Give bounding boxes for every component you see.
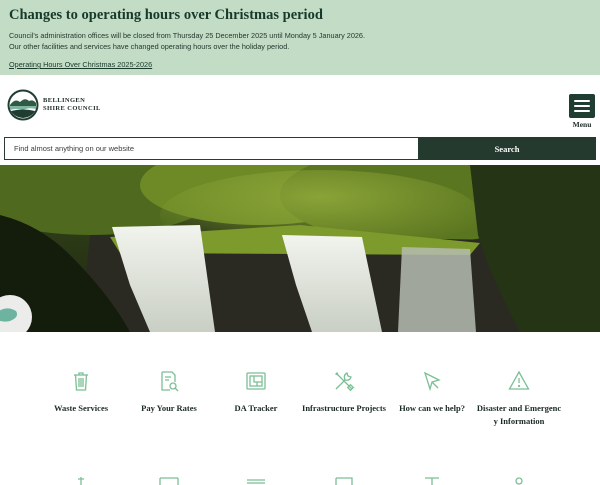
quick-link-da-tracker[interactable]: DA Tracker (212, 370, 300, 415)
quick-link-label: DA Tracker (234, 403, 278, 413)
notice-text-facilities: Our other facilities and services have c… (9, 42, 290, 51)
tools-icon (334, 371, 355, 392)
menu-label: Menu (572, 120, 592, 129)
quick-link-icon-partial (78, 477, 84, 485)
quick-link-icon-partial (425, 477, 439, 485)
quick-link-icon-partial (515, 477, 523, 485)
operating-hours-link[interactable]: Operating Hours Over Christmas 2025-2026 (9, 60, 152, 69)
council-logo[interactable]: BELLINGEN SHIRE COUNCIL (7, 89, 101, 121)
quick-link-disaster-emergency[interactable]: Disaster and Emergency Information (475, 370, 563, 428)
menu-button[interactable]: Menu (569, 94, 595, 129)
quick-link-label: Pay Your Rates (141, 403, 197, 413)
trash-icon (74, 372, 88, 391)
hero-image-waterfall (0, 165, 600, 332)
quick-link-icon-partial (335, 477, 353, 485)
search-button[interactable]: Search (418, 137, 596, 160)
document-search-icon (161, 371, 179, 392)
site-header: BELLINGEN SHIRE COUNCIL Menu (0, 75, 600, 131)
quick-link-label: Waste Services (53, 403, 109, 413)
council-wordmark: BELLINGEN SHIRE COUNCIL (43, 97, 101, 112)
hamburger-icon (569, 94, 595, 118)
quick-link-label: Infrastructure Projects (302, 403, 386, 413)
site-search: Search (4, 137, 596, 160)
quick-link-how-can-we-help[interactable]: How can we help? (388, 370, 476, 415)
quick-link-icon-partial (247, 479, 265, 484)
search-input[interactable] (4, 137, 418, 160)
quick-links: Waste Services Pay Your Rates DA Tracker… (0, 332, 600, 485)
warning-icon (508, 370, 530, 390)
notice-title: Changes to operating hours over Christma… (9, 7, 323, 23)
quick-link-pay-rates[interactable]: Pay Your Rates (125, 370, 213, 415)
quick-link-icon-partial (159, 477, 179, 485)
holiday-notice-banner: Changes to operating hours over Christma… (0, 0, 600, 75)
council-logo-icon (7, 89, 39, 121)
quick-link-infrastructure-projects[interactable]: Infrastructure Projects (300, 370, 388, 415)
notice-text-closure: Council's administration offices will be… (9, 31, 366, 40)
quick-link-label: Disaster and Emergency Information (476, 403, 562, 426)
plan-icon (246, 372, 266, 390)
quick-link-waste-services[interactable]: Waste Services (37, 370, 125, 415)
quick-link-label: How can we help? (399, 403, 465, 413)
cursor-icon (423, 371, 441, 392)
